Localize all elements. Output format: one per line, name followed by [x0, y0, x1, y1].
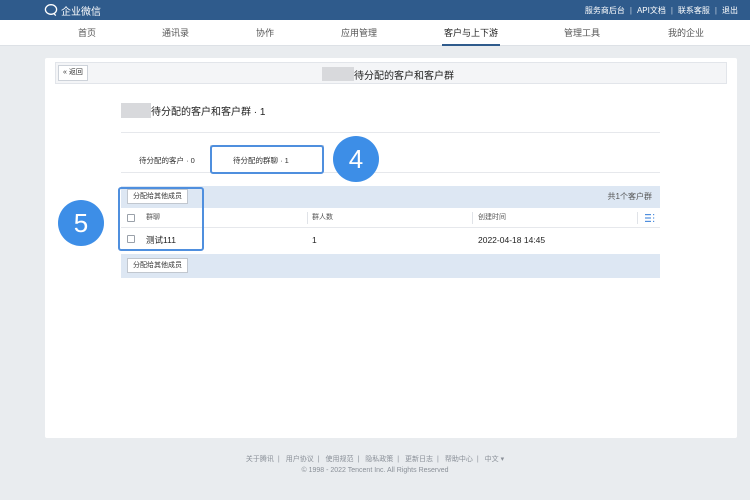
top-links: 服务商后台 | API文档 | 联系客服 | 退出	[584, 5, 738, 16]
app-name: 企业微信	[61, 6, 101, 18]
column-header-members: 群人数	[312, 214, 333, 221]
copyright: © 1998 - 2022 Tencent Inc. All Rights Re…	[301, 467, 449, 474]
footer-link-help[interactable]: 帮助中心	[445, 456, 473, 463]
redacted-name-mask	[121, 103, 151, 118]
logout-link[interactable]: 退出	[722, 5, 738, 16]
callout-highlight-tab	[210, 145, 324, 174]
redacted-name-mask	[322, 67, 354, 81]
tabs-divider	[121, 172, 660, 173]
footer-link-changelog[interactable]: 更新日志	[405, 456, 433, 463]
created-time-cell: 2022-04-18 14:45	[478, 235, 546, 245]
page-title-text: 待分配的客户和客户群	[354, 70, 454, 82]
card-header: « 返回 待分配的客户和客户群	[55, 62, 727, 84]
section-title-text: 待分配的客户和客户群 · 1	[151, 107, 266, 118]
app-logo[interactable]: 企业微信	[44, 3, 101, 18]
footer-link-privacy[interactable]: 隐私政策	[365, 456, 393, 463]
back-button[interactable]: « 返回	[58, 65, 88, 81]
tab-unassigned-customers[interactable]: 待分配的客户 · 0	[139, 155, 195, 166]
nav-item-my-enterprise[interactable]: 我的企业	[668, 20, 704, 46]
footer-link-usage-rules[interactable]: 使用规范	[325, 456, 353, 463]
double-chevron-left-icon: «	[63, 69, 67, 76]
language-selector[interactable]: 中文 ▾	[485, 456, 504, 463]
group-count-label: 共1个客户群	[607, 192, 652, 201]
wecom-logo-icon	[44, 4, 58, 17]
api-docs-link[interactable]: API文档	[637, 5, 666, 16]
column-separator	[307, 212, 308, 224]
main-nav: 首页 通讯录 协作 应用管理 客户与上下游 管理工具 我的企业	[0, 20, 750, 46]
top-bar: 企业微信 服务商后台 | API文档 | 联系客服 | 退出	[0, 0, 750, 20]
back-button-label: 返回	[68, 69, 83, 76]
footer-link-about[interactable]: 关于腾讯	[246, 456, 274, 463]
callout-number-5: 5	[58, 200, 104, 246]
provider-console-link[interactable]: 服务商后台	[585, 5, 625, 16]
nav-item-app-management[interactable]: 应用管理	[341, 20, 377, 46]
section-title: 待分配的客户和客户群 · 1	[121, 103, 265, 118]
footer-links: 关于腾讯 | 用户协议 | 使用规范 | 隐私政策 | 更新日志 | 帮助中心 | 中文 ▾	[245, 456, 505, 463]
member-count-cell: 1	[312, 235, 317, 245]
assign-to-member-button-bottom[interactable]: 分配给其他成员	[127, 258, 188, 273]
nav-item-customers[interactable]: 客户与上下游	[441, 20, 501, 46]
table-bottom-bar: 分配给其他成员	[121, 254, 660, 278]
section-divider	[121, 132, 660, 133]
nav-item-collaboration[interactable]: 协作	[256, 20, 274, 46]
column-settings-icon[interactable]	[645, 214, 655, 222]
nav-item-contacts[interactable]: 通讯录	[162, 20, 189, 46]
page-title: 待分配的客户和客户群	[322, 63, 454, 85]
column-separator	[472, 212, 473, 224]
caret-down-icon: ▾	[500, 456, 505, 463]
callout-number-4: 4	[333, 136, 379, 182]
nav-item-management-tools[interactable]: 管理工具	[564, 20, 600, 46]
column-header-created-time: 创建时间	[478, 214, 506, 221]
nav-item-home[interactable]: 首页	[78, 20, 96, 46]
column-separator	[637, 212, 638, 224]
contact-support-link[interactable]: 联系客服	[678, 5, 710, 16]
callout-highlight-assign	[118, 187, 204, 251]
footer-link-terms[interactable]: 用户协议	[286, 456, 314, 463]
